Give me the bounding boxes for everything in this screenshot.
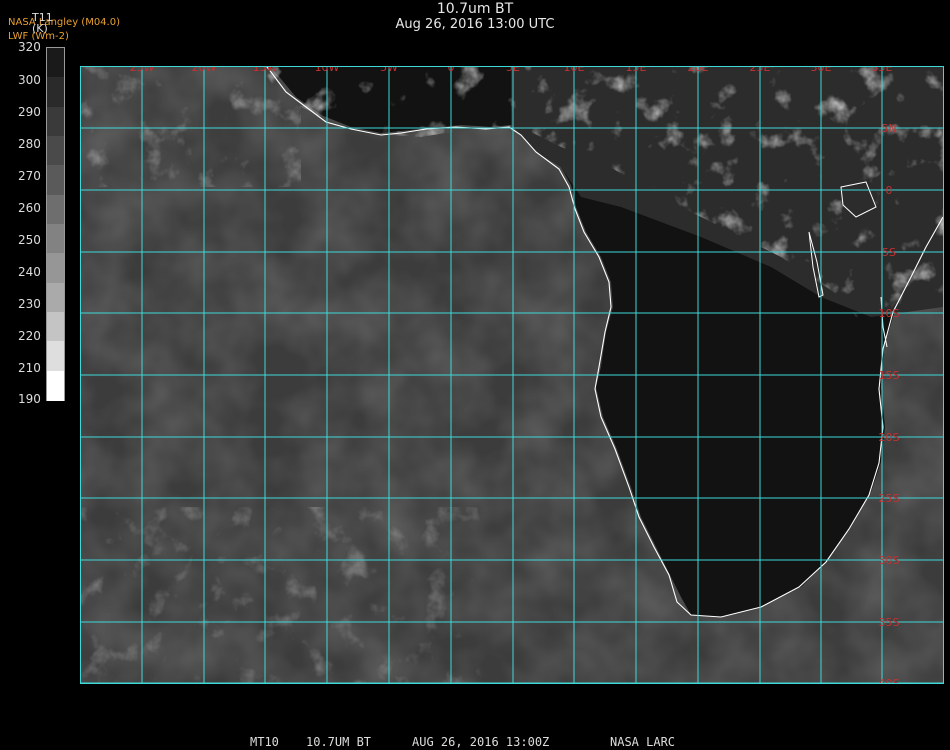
colorbar-tick-label: 270 — [18, 169, 41, 183]
longitude-label: 10W — [315, 67, 340, 74]
colorbar-segment — [47, 194, 64, 225]
colorbar-segment — [47, 370, 64, 401]
colorbar-tick-label: 250 — [18, 233, 41, 247]
colorbar-tick-label: 320 — [18, 40, 41, 54]
longitude-label: 35E — [872, 67, 893, 74]
cloud-field-west — [81, 67, 301, 187]
colorbar-tick-label: 220 — [18, 329, 41, 343]
footer-channel: 10.7UM BT — [306, 735, 372, 749]
latitude-label: 25S — [879, 492, 900, 505]
latitude-label: 15S — [879, 369, 900, 382]
colorbar-segment — [47, 77, 64, 108]
longitude-label: 20E — [688, 67, 709, 74]
colorbar-tick-label: 190 — [18, 392, 41, 406]
colorbar-tick-label: 210 — [18, 361, 41, 375]
longitude-label: 10E — [564, 67, 585, 74]
footer-product: MT10 — [250, 735, 279, 749]
colorbar — [46, 47, 65, 401]
colorbar-segment — [47, 165, 64, 196]
longitude-label: 0 — [448, 67, 455, 74]
latitude-label: 40S — [879, 677, 900, 683]
page-title: 10.7um BT — [436, 1, 514, 17]
colorbar-tick-label: 240 — [18, 265, 41, 279]
colorbar-segment — [47, 48, 64, 79]
colorbar-segment — [47, 253, 64, 284]
latitude-label: 30S — [879, 554, 900, 567]
colorbar-segment — [47, 312, 64, 343]
longitude-label: 15W — [253, 67, 278, 74]
colorbar-tick-label: 230 — [18, 297, 41, 311]
longitude-label: 30E — [811, 67, 832, 74]
longitude-label: 20W — [192, 67, 217, 74]
footer-source: NASA LARC — [610, 735, 676, 749]
colorbar-segment — [47, 341, 64, 372]
latitude-label: 0 — [886, 184, 893, 197]
longitude-label: 5E — [506, 67, 520, 74]
satellite-map: 25W 20W 15W 10W 5W 0 5E 10E 15E 20E 25E 30E 35E 5N 0 5S… — [80, 66, 944, 684]
map-canvas: 25W 20W 15W 10W 5W 0 5E 10E 15E 20E 25E 30E 35E 5N 0 5S… — [81, 67, 943, 683]
latitude-label: 5S — [882, 246, 896, 259]
latitude-label: 10S — [879, 307, 900, 320]
cloud-field-southwest — [81, 507, 481, 683]
colorbar-tick-label: 300 — [18, 73, 41, 87]
colorbar-tick-label: 260 — [18, 201, 41, 215]
longitude-label: 25E — [750, 67, 771, 74]
credit-line-1: NASA Langley (M04.0) — [8, 17, 120, 28]
legend-unit: (K) — [32, 22, 48, 35]
colorbar-segment — [47, 224, 64, 255]
colorbar-segment — [47, 106, 64, 137]
footer-datetime: AUG 26, 2016 13:00Z — [412, 735, 550, 749]
colorbar-tick-label: 290 — [18, 105, 41, 119]
latitude-label: 5N — [881, 122, 896, 135]
longitude-label: 25W — [130, 67, 155, 74]
longitude-label: 15E — [626, 67, 647, 74]
latitude-label: 20S — [879, 431, 900, 444]
colorbar-tick-label: 280 — [18, 137, 41, 151]
page-subtitle: Aug 26, 2016 13:00 UTC — [395, 17, 555, 32]
latitude-label: 35S — [879, 616, 900, 629]
colorbar-segment — [47, 282, 64, 313]
longitude-label: 5W — [380, 67, 398, 74]
colorbar-segment — [47, 136, 64, 167]
